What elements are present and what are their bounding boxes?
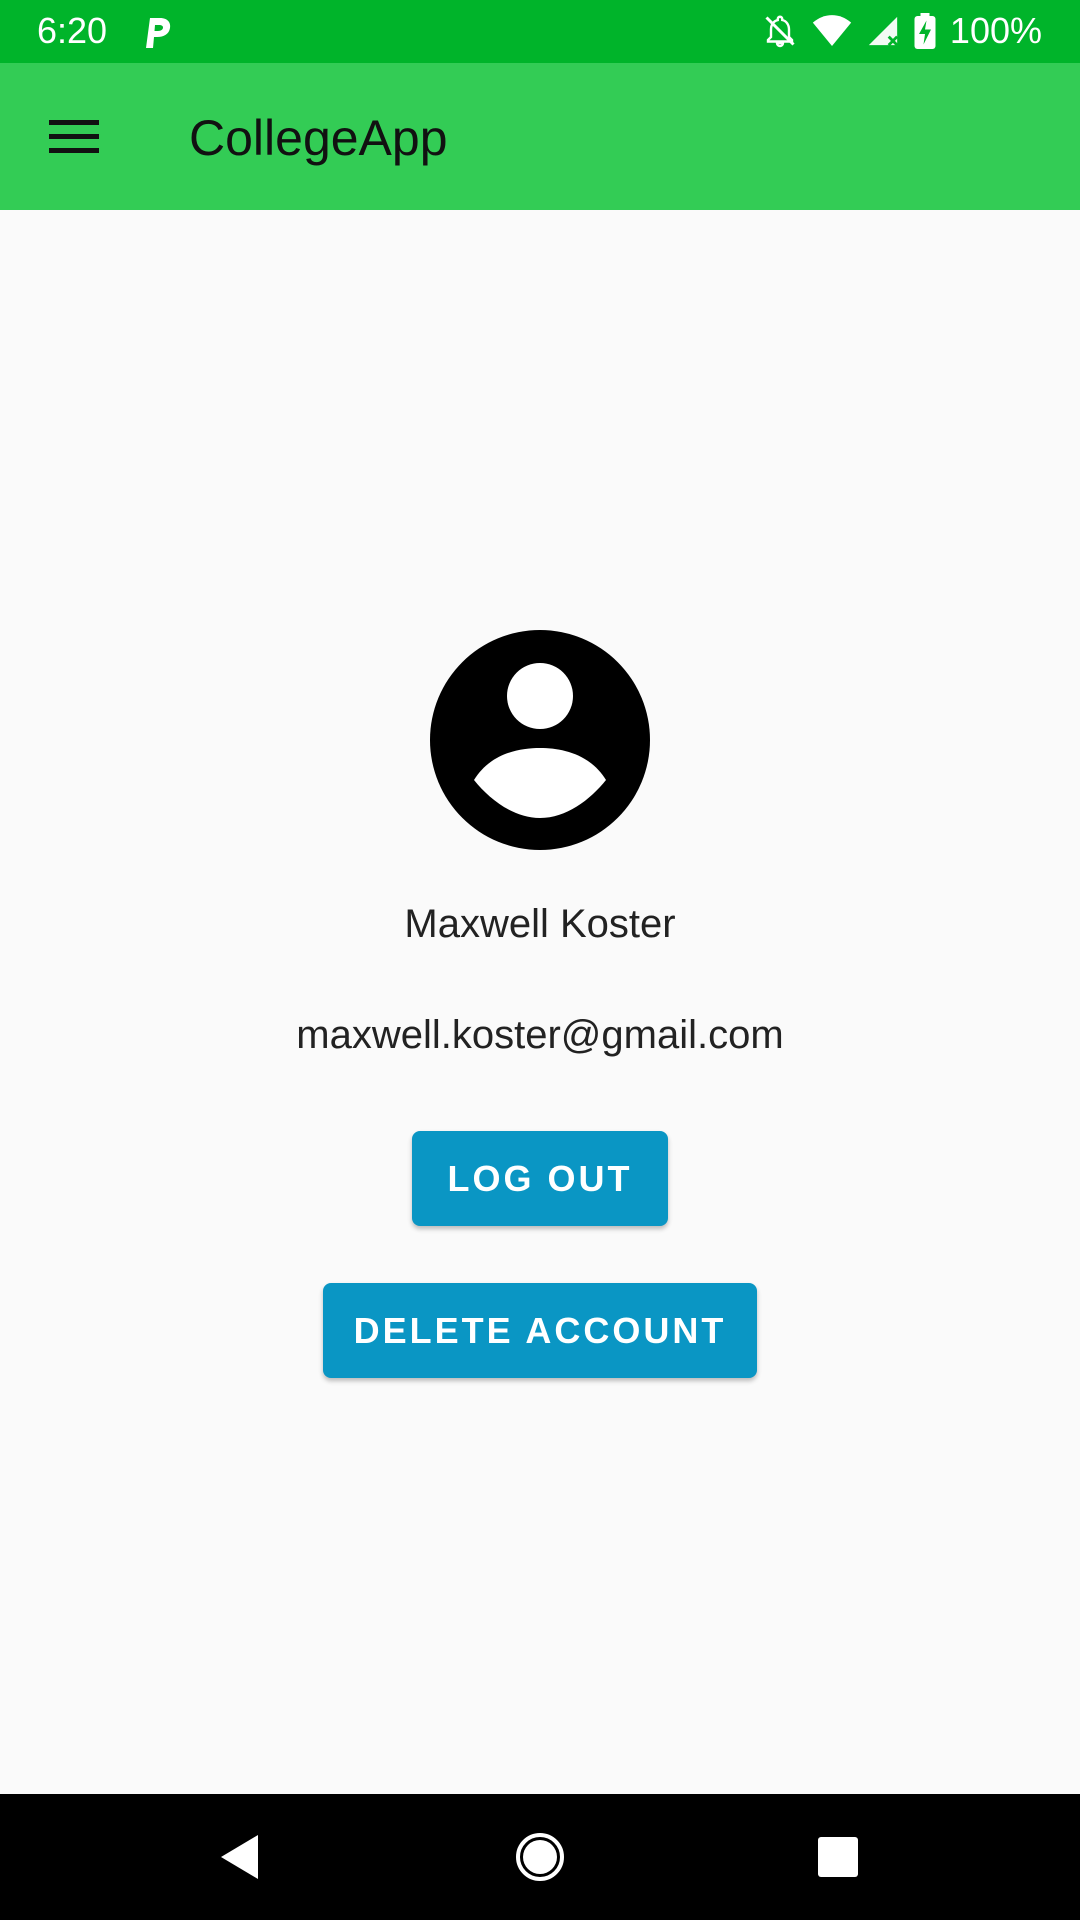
back-icon — [221, 1835, 258, 1879]
battery-charging-icon — [914, 13, 936, 49]
menu-icon — [49, 120, 99, 153]
parking-app-icon — [146, 18, 171, 48]
battery-percentage: 100% — [949, 10, 1042, 51]
signal-icon — [868, 16, 899, 47]
app-title: CollegeApp — [189, 110, 448, 166]
user-email: maxwell.koster@gmail.com — [296, 1013, 784, 1057]
home-icon — [516, 1833, 564, 1881]
delete-account-button[interactable]: DELETE ACCOUNT — [323, 1283, 757, 1378]
logout-button[interactable]: LOG OUT — [412, 1131, 668, 1226]
recents-button[interactable] — [798, 1817, 878, 1897]
wifi-icon — [812, 15, 852, 46]
user-name: Maxwell Koster — [404, 902, 676, 946]
home-button[interactable] — [500, 1817, 580, 1897]
status-time: 6:20 — [37, 10, 108, 51]
status-bar: 6:20 100% — [0, 0, 1080, 63]
recents-icon — [818, 1837, 858, 1877]
menu-button[interactable] — [36, 103, 112, 169]
account-circle-icon — [430, 630, 650, 850]
status-icons: 100% — [762, 8, 1042, 54]
app-bar: CollegeApp — [0, 63, 1080, 210]
notifications-off-icon — [765, 15, 795, 48]
back-button[interactable] — [200, 1817, 280, 1897]
navigation-bar — [0, 1794, 1080, 1920]
